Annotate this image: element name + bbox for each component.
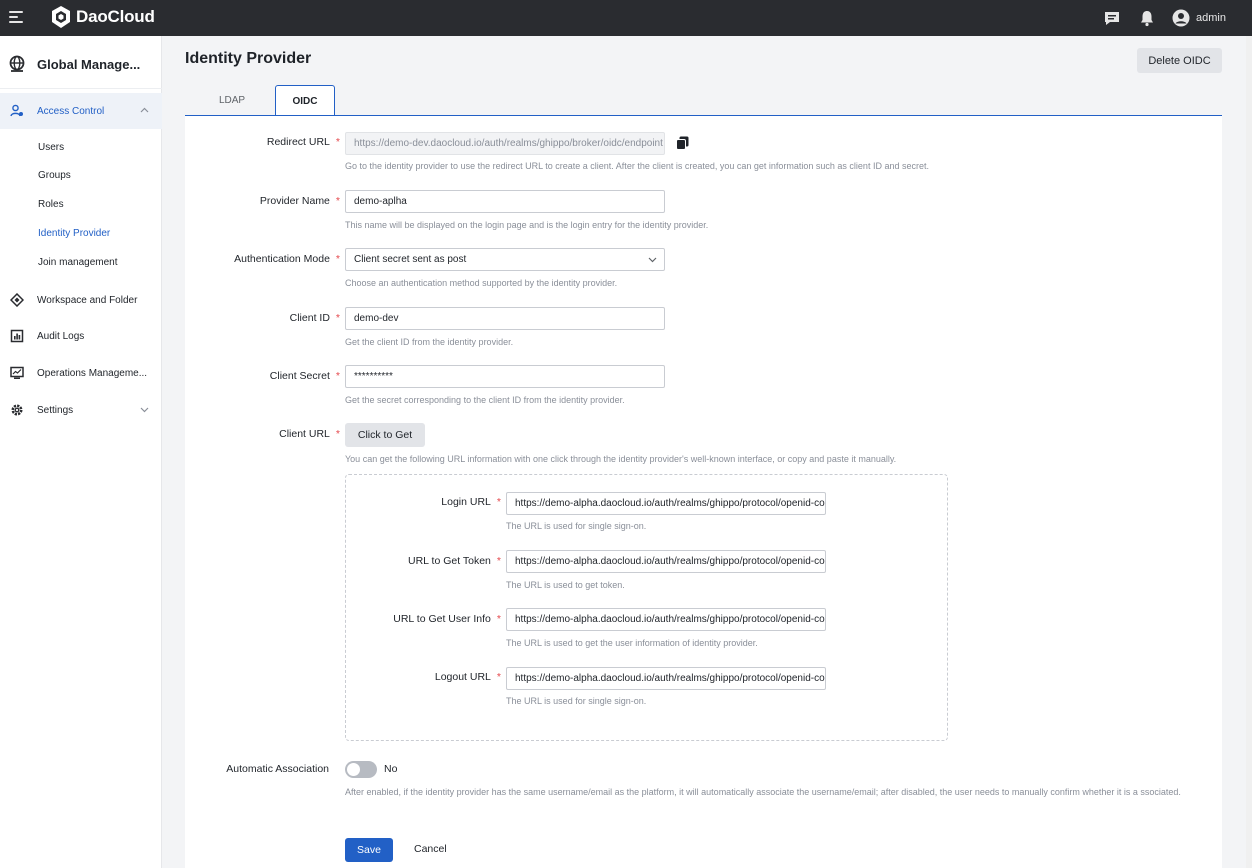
sidebar-group-label: Audit Logs (37, 330, 85, 342)
sidebar-divider (0, 88, 162, 89)
sidebar-group-workspace[interactable]: Workspace and Folder (0, 282, 162, 318)
auto-association-toggle[interactable] (345, 761, 377, 778)
chevron-down-icon (648, 257, 657, 263)
redirect-url-hint: Go to the identity provider to use the r… (345, 161, 929, 171)
sidebar-group-label: Access Control (37, 105, 105, 117)
scrollbar[interactable] (1246, 36, 1252, 868)
user-name: admin (1196, 12, 1226, 24)
bell-icon[interactable] (1138, 9, 1156, 27)
globe-icon (9, 55, 25, 72)
workspace-icon (10, 293, 24, 307)
sidebar-group-operations[interactable]: Operations Manageme... (0, 355, 162, 391)
top-bar: DaoCloud admin (0, 0, 1252, 36)
cancel-button[interactable]: Cancel (414, 843, 447, 855)
message-icon[interactable] (1103, 9, 1121, 27)
save-button[interactable]: Save (345, 838, 393, 862)
client-id-hint: Get the client ID from the identity prov… (345, 337, 514, 347)
auth-mode-label: Authentication Mode * (234, 253, 340, 265)
provider-name-input[interactable]: demo-aplha (345, 190, 665, 213)
client-secret-input[interactable]: ********** (345, 365, 665, 388)
token-url-input[interactable]: https://demo-alpha.daocloud.io/auth/real… (506, 550, 826, 573)
app-switcher[interactable]: Global Manage... (0, 48, 162, 80)
sidebar-group-label: Workspace and Folder (37, 294, 138, 306)
operations-icon (10, 366, 24, 379)
provider-name-hint: This name will be displayed on the login… (345, 220, 709, 230)
auth-mode-value: Client secret sent as post (354, 254, 467, 265)
menu-icon[interactable] (9, 11, 23, 23)
provider-name-label: Provider Name * (259, 195, 340, 207)
auto-association-state: No (384, 763, 398, 775)
sidebar-group-settings[interactable]: Settings (0, 392, 162, 428)
userinfo-url-hint: The URL is used to get the user informat… (506, 638, 758, 648)
logout-url-input[interactable]: https://demo-alpha.daocloud.io/auth/real… (506, 667, 826, 690)
click-to-get-button[interactable]: Click to Get (345, 423, 425, 447)
logout-url-label: Logout URL * (434, 671, 501, 683)
sidebar-group-access-control[interactable]: Access Control (0, 93, 162, 129)
access-control-icon (10, 104, 23, 117)
sidebar-item-roles[interactable]: Roles (38, 199, 64, 210)
copy-icon[interactable] (676, 136, 689, 150)
audit-log-icon (10, 329, 24, 343)
app-title: Global Manage... (37, 56, 141, 72)
sidebar: Global Manage... Access Control Users Gr… (0, 36, 162, 868)
chevron-down-icon (140, 407, 149, 413)
login-url-hint: The URL is used for single sign-on. (506, 521, 647, 531)
auto-association-label: Automatic Association (226, 763, 329, 775)
sidebar-group-audit-logs[interactable]: Audit Logs (0, 318, 162, 354)
client-secret-hint: Get the secret corresponding to the clie… (345, 395, 625, 405)
page-title: Identity Provider (185, 50, 312, 67)
redirect-url-label: Redirect URL * (266, 136, 340, 148)
client-id-input[interactable]: demo-dev (345, 307, 665, 330)
tab-ldap[interactable]: LDAP (190, 85, 274, 116)
login-url-label: Login URL * (441, 496, 501, 508)
auto-association-hint: After enabled, if the identity provider … (345, 787, 1181, 797)
user-menu[interactable]: admin (1172, 9, 1226, 27)
userinfo-url-label: URL to Get User Info * (393, 613, 501, 625)
sidebar-item-join-management[interactable]: Join management (38, 257, 118, 268)
sidebar-item-users[interactable]: Users (38, 142, 64, 153)
token-url-hint: The URL is used to get token. (506, 580, 625, 590)
chevron-up-icon (140, 107, 149, 113)
client-url-label: Client URL * (279, 428, 340, 440)
client-id-label: Client ID * (289, 312, 340, 324)
gear-icon (11, 404, 23, 416)
auth-mode-hint: Choose an authentication method supporte… (345, 278, 618, 288)
redirect-url-field[interactable]: https://demo-dev.daocloud.io/auth/realms… (345, 132, 665, 155)
brand-name: DaoCloud (76, 7, 155, 26)
sidebar-item-groups[interactable]: Groups (38, 170, 71, 181)
login-url-input[interactable]: https://demo-alpha.daocloud.io/auth/real… (506, 492, 826, 515)
sidebar-group-label: Operations Manageme... (37, 367, 148, 379)
sidebar-group-label: Settings (37, 404, 74, 416)
daocloud-logo-icon (52, 6, 70, 28)
sidebar-item-identity-provider[interactable]: Identity Provider (38, 228, 110, 239)
client-secret-label: Client Secret * (269, 370, 340, 382)
userinfo-url-input[interactable]: https://demo-alpha.daocloud.io/auth/real… (506, 608, 826, 631)
logout-url-hint: The URL is used for single sign-on. (506, 696, 647, 706)
delete-oidc-button[interactable]: Delete OIDC (1137, 48, 1222, 73)
client-url-hint: You can get the following URL informatio… (345, 454, 897, 464)
user-avatar-icon (1172, 9, 1190, 27)
tab-oidc[interactable]: OIDC (275, 85, 335, 116)
token-url-label: URL to Get Token * (408, 555, 501, 567)
brand-logo[interactable]: DaoCloud (50, 5, 155, 29)
auth-mode-select[interactable]: Client secret sent as post (345, 248, 665, 271)
